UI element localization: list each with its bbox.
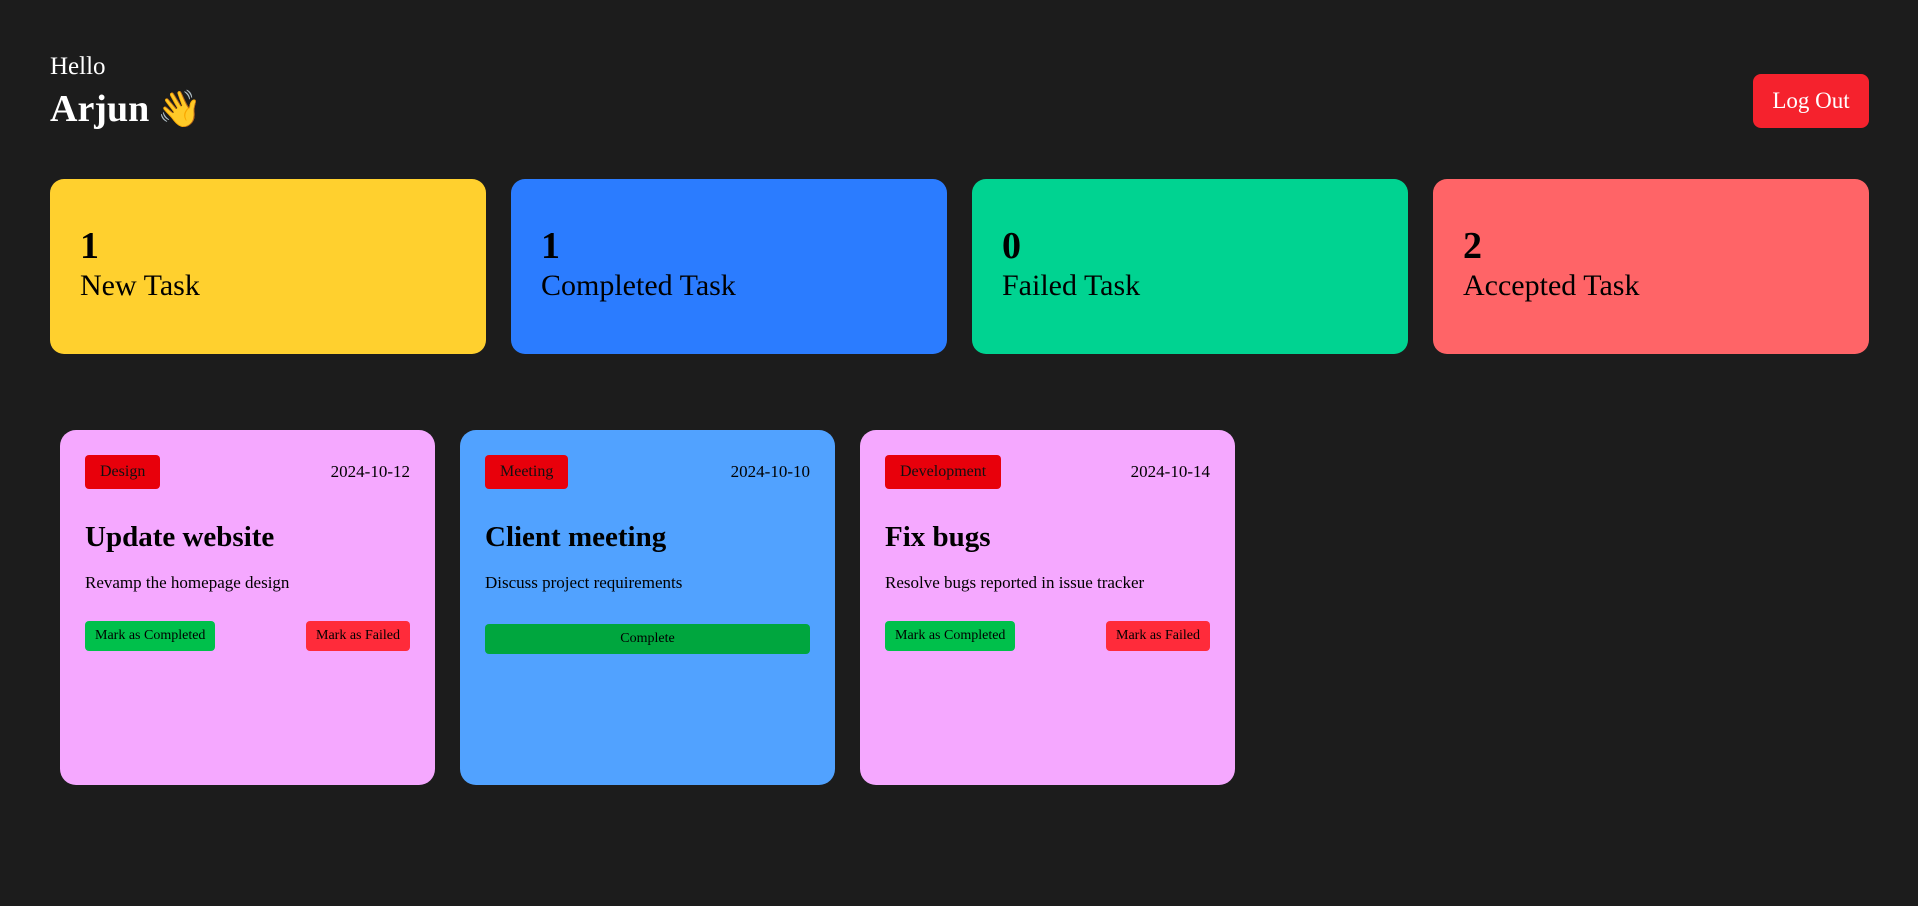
waving-hand-icon: 👋 <box>157 89 203 130</box>
task-card-header: Development 2024-10-14 <box>885 455 1210 489</box>
stat-new-task: 1 New Task <box>50 179 486 354</box>
mark-failed-button[interactable]: Mark as Failed <box>306 621 410 651</box>
task-description: Discuss project requirements <box>485 573 683 592</box>
task-card-header: Meeting 2024-10-10 <box>485 455 810 489</box>
task-category-badge: Design <box>85 455 161 489</box>
task-card: Development 2024-10-14 Fix bugs Resolve … <box>860 430 1235 785</box>
task-category-badge: Development <box>885 455 1002 489</box>
stat-accepted-task: 2 Accepted Task <box>1433 179 1869 354</box>
stat-label: Completed Task <box>541 269 736 302</box>
stat-label: Accepted Task <box>1463 269 1640 302</box>
greeting: Hello Arjun 👋 <box>50 52 202 135</box>
task-title: Fix bugs <box>885 521 991 553</box>
task-date: 2024-10-10 <box>730 462 810 481</box>
stat-label: New Task <box>80 269 200 302</box>
user-name-line: Arjun 👋 <box>50 84 202 135</box>
task-card: Meeting 2024-10-10 Client meeting Discus… <box>460 430 835 785</box>
task-description: Resolve bugs reported in issue tracker <box>885 573 1145 592</box>
task-title: Update website <box>85 521 275 553</box>
task-actions: Mark as Completed Mark as Failed <box>85 621 410 651</box>
task-list: Design 2024-10-12 Update website Revamp … <box>60 430 1235 785</box>
task-date: 2024-10-12 <box>330 462 410 481</box>
stat-count: 2 <box>1463 225 1482 267</box>
stat-count: 1 <box>80 225 99 267</box>
task-category-badge: Meeting <box>485 455 569 489</box>
logout-button[interactable]: Log Out <box>1753 74 1869 128</box>
stat-label: Failed Task <box>1002 269 1141 302</box>
task-actions: Mark as Completed Mark as Failed <box>885 621 1210 651</box>
task-title: Client meeting <box>485 521 667 553</box>
dashboard-page: Hello Arjun 👋 Log Out 1 New Task 1 Comple… <box>0 0 1918 906</box>
task-card-header: Design 2024-10-12 <box>85 455 410 489</box>
task-card: Design 2024-10-12 Update website Revamp … <box>60 430 435 785</box>
stat-count: 0 <box>1002 225 1021 267</box>
mark-failed-button[interactable]: Mark as Failed <box>1106 621 1210 651</box>
stat-completed-task: 1 Completed Task <box>511 179 947 354</box>
user-name: Arjun <box>50 88 150 130</box>
complete-status-button[interactable]: Complete <box>485 624 810 654</box>
stat-failed-task: 0 Failed Task <box>972 179 1408 354</box>
task-date: 2024-10-14 <box>1130 462 1210 481</box>
task-stats: 1 New Task 1 Completed Task 0 Failed Tas… <box>50 179 1869 354</box>
stat-count: 1 <box>541 225 560 267</box>
mark-completed-button[interactable]: Mark as Completed <box>885 621 1016 651</box>
mark-completed-button[interactable]: Mark as Completed <box>85 621 216 651</box>
greeting-hello: Hello <box>50 53 106 80</box>
task-description: Revamp the homepage design <box>85 573 290 592</box>
